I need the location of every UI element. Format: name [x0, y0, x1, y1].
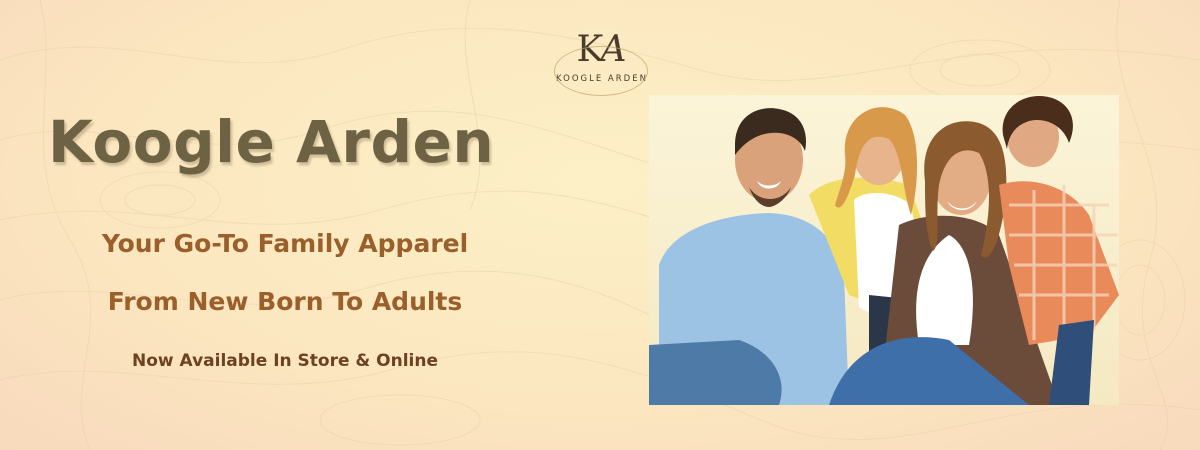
hero-banner: KA KOOGLE ARDEN Koogle Arden Your Go-To … [0, 0, 1200, 450]
family-photo [649, 95, 1119, 405]
family-photo-illustration [649, 95, 1119, 405]
logo-ring [554, 46, 648, 96]
brand-title: Koogle Arden [48, 108, 495, 176]
tagline-line-1: Your Go-To Family Apparel [101, 229, 469, 258]
tagline-line-2: From New Born To Adults [107, 287, 463, 316]
availability-text: Now Available In Store & Online [131, 351, 439, 371]
brand-logo: KA KOOGLE ARDEN [546, 30, 658, 100]
